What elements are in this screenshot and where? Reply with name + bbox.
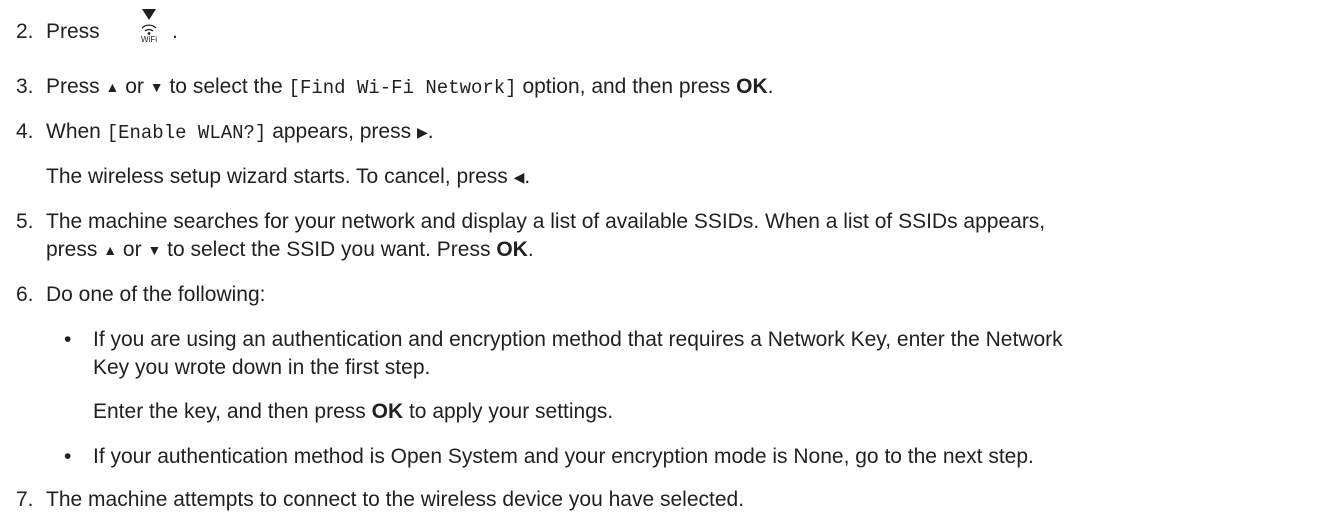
note-text: Enter the key, and then press	[93, 400, 366, 423]
step-text: option, and then press	[522, 75, 731, 98]
bullet-text: If your authentication method is Open Sy…	[93, 445, 1034, 468]
step-end: .	[172, 20, 178, 43]
bullet-icon: •	[64, 328, 72, 351]
step-number: 7.	[16, 488, 34, 511]
step-text: press	[46, 238, 98, 261]
step-text: Press	[46, 20, 100, 43]
step-text: Do one of the following:	[46, 283, 266, 306]
step-text: or	[122, 238, 142, 261]
step-text: appears, press	[272, 120, 412, 143]
bullet-icon: •	[64, 445, 72, 468]
step-end: .	[527, 238, 534, 261]
up-arrow-icon: ▲	[103, 242, 118, 258]
ok-key: OK	[496, 238, 528, 261]
step-end: .	[427, 120, 434, 143]
down-arrow-icon: ▼	[147, 242, 162, 258]
step-text-line-1: The machine searches for your network an…	[46, 210, 1046, 233]
step-text: The machine attempts to connect to the w…	[46, 488, 745, 511]
step-number: 6.	[16, 283, 34, 306]
bullet-text: Key you wrote down in the first step.	[93, 356, 431, 379]
wifi-button-icon: WiFi	[141, 9, 157, 43]
step-text: to select the	[169, 75, 283, 98]
step-number: 5.	[16, 210, 34, 233]
note-text: The wireless setup wizard starts. To can…	[46, 165, 508, 188]
left-arrow-icon: ◀	[513, 169, 525, 185]
right-arrow-icon: ▶	[416, 124, 428, 140]
step-end: .	[767, 75, 774, 98]
step-number: 3.	[16, 75, 34, 98]
note-end: .	[524, 165, 531, 188]
down-arrow-icon: ▼	[149, 79, 164, 95]
step-number: 4.	[16, 120, 34, 143]
menu-option: [Enable WLAN?]	[106, 122, 267, 144]
step-text: or	[125, 75, 144, 98]
note-text: to apply your settings.	[408, 400, 614, 423]
bullet-text: If you are using an authentication and e…	[93, 328, 1063, 351]
step-text: Press	[46, 75, 100, 98]
step-text: to select the SSID you want. Press	[167, 238, 491, 261]
step-number: 2.	[16, 20, 34, 43]
menu-option: [Find Wi-Fi Network]	[288, 77, 517, 99]
ok-key: OK	[736, 75, 768, 98]
ok-key: OK	[371, 400, 404, 423]
step-text: When	[46, 120, 101, 143]
wifi-button-label: WiFi	[141, 35, 157, 43]
up-arrow-icon: ▲	[105, 79, 120, 95]
